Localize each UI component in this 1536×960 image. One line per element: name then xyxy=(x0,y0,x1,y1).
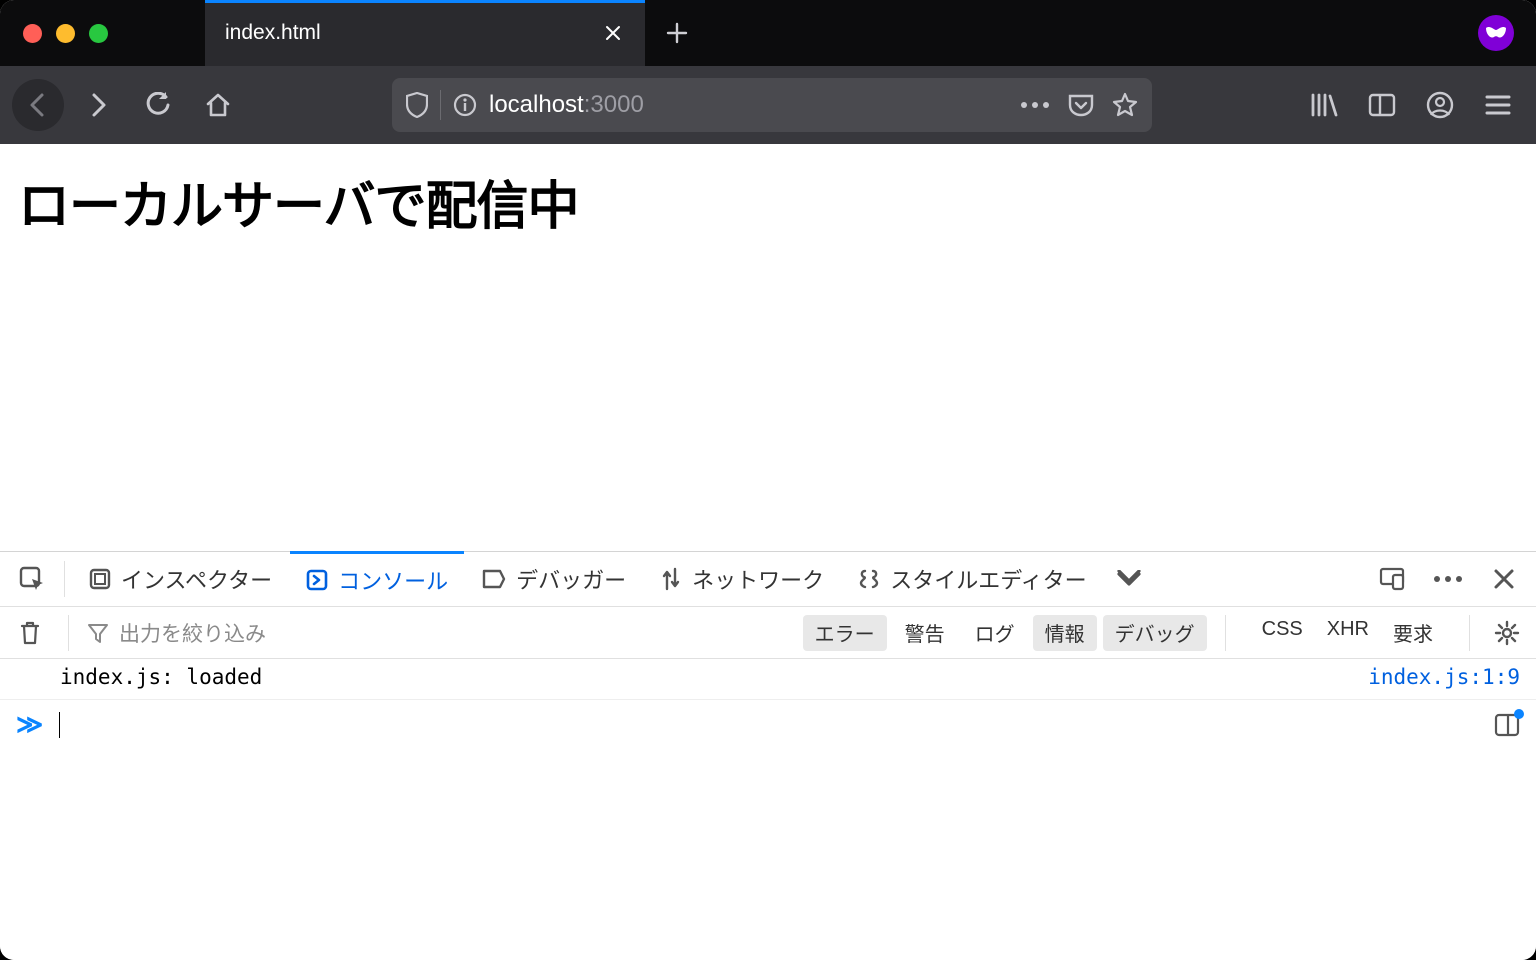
devtools-separator xyxy=(64,561,65,597)
element-picker-button[interactable] xyxy=(8,555,56,603)
level-debug-chip[interactable]: デバッグ xyxy=(1103,615,1207,651)
level-error-chip[interactable]: エラー xyxy=(803,615,887,651)
devtools-menu-button[interactable] xyxy=(1424,555,1472,603)
tab-console[interactable]: コンソール xyxy=(290,551,464,606)
page-viewport: ローカルサーバで配信中 xyxy=(0,144,1536,551)
url-host: localhost xyxy=(489,91,584,119)
console-icon xyxy=(306,569,328,591)
devtools-panel: インスペクター コンソール デバッガー ネットワーク xyxy=(0,551,1536,960)
console-log-source[interactable]: index.js:1:9 xyxy=(1368,665,1520,689)
url-port: :3000 xyxy=(584,91,644,119)
devtools-tabs: インスペクター コンソール デバッガー ネットワーク xyxy=(0,552,1536,607)
urlbar-separator xyxy=(440,90,441,120)
funnel-icon xyxy=(87,622,109,644)
back-button[interactable] xyxy=(12,79,64,131)
shield-icon xyxy=(406,92,428,118)
clear-console-button[interactable] xyxy=(10,620,50,646)
home-button[interactable] xyxy=(192,79,244,131)
input-caret xyxy=(59,712,60,738)
notification-dot-icon xyxy=(1514,709,1524,719)
filter-separator-2 xyxy=(1225,615,1226,651)
devtools-close-button[interactable] xyxy=(1480,555,1528,603)
url-text[interactable]: localhost:3000 xyxy=(489,91,1008,119)
sidebar-button[interactable] xyxy=(1356,79,1408,131)
console-log-row[interactable]: index.js: loaded index.js:1:9 xyxy=(0,659,1536,700)
tab-network[interactable]: ネットワーク xyxy=(644,552,840,607)
forward-button[interactable] xyxy=(72,79,124,131)
level-warning-chip[interactable]: 警告 xyxy=(893,615,957,651)
prompt-icon: ≫ xyxy=(16,710,43,740)
nav-toolbar: localhost:3000 xyxy=(0,66,1536,144)
page-heading: ローカルサーバで配信中 xyxy=(18,164,1518,239)
pocket-icon[interactable] xyxy=(1068,93,1094,117)
new-tab-button[interactable] xyxy=(645,0,709,66)
request-requests-chip[interactable]: 要求 xyxy=(1393,618,1433,647)
console-settings-button[interactable] xyxy=(1488,620,1526,646)
mask-icon xyxy=(1485,26,1507,40)
tab-close-button[interactable] xyxy=(601,21,625,45)
minimize-window-button[interactable] xyxy=(56,24,75,43)
tab-debugger-label: デバッガー xyxy=(516,563,626,595)
tab-network-label: ネットワーク xyxy=(692,563,824,595)
page-info-icon[interactable] xyxy=(453,93,477,117)
level-log-chip[interactable]: ログ xyxy=(963,615,1027,651)
bookmark-icon[interactable] xyxy=(1112,92,1138,118)
tab-title: index.html xyxy=(225,21,601,45)
console-output: index.js: loaded index.js:1:9 ≫ xyxy=(0,659,1536,960)
tabstrip: index.html xyxy=(0,0,1536,66)
inspector-icon xyxy=(89,568,111,590)
tabstrip-spacer xyxy=(709,0,1478,66)
browser-chrome: index.html xyxy=(0,0,1536,144)
editor-mode-toggle[interactable] xyxy=(1494,713,1520,737)
level-info-chip[interactable]: 情報 xyxy=(1033,615,1097,651)
console-log-message: index.js: loaded xyxy=(60,665,262,689)
source-line: 1 xyxy=(1482,665,1495,689)
console-filter-bar: 出力を絞り込み エラー 警告 ログ 情報 デバッグ CSS XHR 要求 xyxy=(0,607,1536,659)
tab-inspector-label: インスペクター xyxy=(121,563,272,595)
page-actions-button[interactable] xyxy=(1020,101,1050,109)
console-filter-input[interactable]: 出力を絞り込み xyxy=(87,618,727,648)
tab-style-editor-label: スタイルエディター xyxy=(890,563,1086,595)
tab-inspector[interactable]: インスペクター xyxy=(73,552,288,607)
responsive-design-button[interactable] xyxy=(1368,555,1416,603)
browser-tab[interactable]: index.html xyxy=(205,0,645,66)
request-xhr-chip[interactable]: XHR xyxy=(1327,618,1369,647)
url-bar[interactable]: localhost:3000 xyxy=(392,78,1152,132)
close-window-button[interactable] xyxy=(23,24,42,43)
style-editor-icon xyxy=(858,568,880,590)
profile-button[interactable] xyxy=(1414,79,1466,131)
network-icon xyxy=(660,567,682,591)
tab-console-label: コンソール xyxy=(338,564,448,596)
app-menu-button[interactable] xyxy=(1472,79,1524,131)
account-avatar-button[interactable] xyxy=(1478,15,1514,51)
filter-separator-3 xyxy=(1469,615,1470,651)
source-file: index.js xyxy=(1368,665,1469,689)
more-tabs-button[interactable] xyxy=(1105,555,1153,603)
maximize-window-button[interactable] xyxy=(89,24,108,43)
library-button[interactable] xyxy=(1298,79,1350,131)
window-controls xyxy=(0,0,205,66)
console-input-row[interactable]: ≫ xyxy=(0,700,1536,750)
source-col: 9 xyxy=(1507,665,1520,689)
filter-placeholder-text: 出力を絞り込み xyxy=(119,618,266,648)
request-css-chip[interactable]: CSS xyxy=(1262,618,1303,647)
tab-style-editor[interactable]: スタイルエディター xyxy=(842,552,1102,607)
debugger-icon xyxy=(482,569,506,589)
tab-debugger[interactable]: デバッガー xyxy=(466,552,642,607)
reload-button[interactable] xyxy=(132,79,184,131)
filter-separator xyxy=(68,615,69,651)
